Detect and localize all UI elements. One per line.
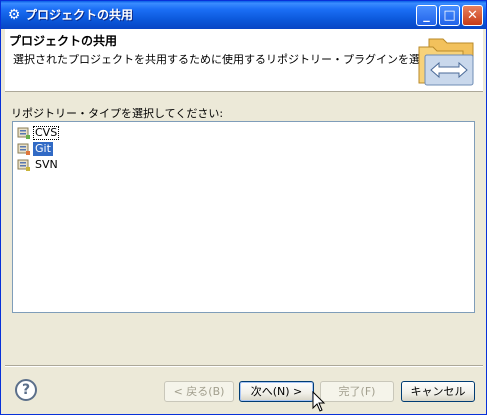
list-item-cvs[interactable]: CVS bbox=[17, 125, 60, 141]
finish-button[interactable]: 完了(F) bbox=[320, 381, 394, 402]
next-button[interactable]: 次へ(N) > bbox=[239, 381, 314, 402]
list-item-label: SVN bbox=[35, 158, 58, 171]
mouse-cursor-icon bbox=[312, 391, 326, 412]
help-icon: ? bbox=[21, 382, 31, 398]
maximize-icon: □ bbox=[443, 8, 456, 23]
list-item-label: CVS bbox=[33, 126, 60, 140]
cvs-repository-icon bbox=[17, 127, 30, 139]
maximize-button[interactable]: □ bbox=[439, 5, 460, 26]
repository-type-label: リポジトリー・タイプを選択してください: bbox=[11, 107, 224, 120]
close-button[interactable]: ✕ bbox=[462, 5, 483, 26]
eclipse-gear-icon: ⚙ bbox=[7, 7, 21, 23]
back-button[interactable]: < 戻る(B) bbox=[164, 381, 234, 402]
minimize-button[interactable]: _ bbox=[416, 5, 437, 26]
share-project-dialog: ⚙ プロジェクトの共用 _ □ ✕ プロジェクトの共用 選択されたプロジェクトを… bbox=[0, 0, 487, 415]
list-item-svn[interactable]: SVN bbox=[17, 157, 60, 173]
git-repository-icon bbox=[17, 143, 30, 155]
title-bar[interactable]: ⚙ プロジェクトの共用 _ □ ✕ bbox=[1, 1, 486, 29]
minimize-icon: _ bbox=[423, 8, 430, 23]
share-folders-icon bbox=[418, 38, 474, 86]
list-item-git[interactable]: Git bbox=[17, 141, 53, 157]
list-item-label: Git bbox=[33, 142, 53, 156]
svn-repository-icon bbox=[17, 159, 30, 171]
close-icon: ✕ bbox=[467, 8, 478, 23]
repository-type-list[interactable]: CVS Git SVN bbox=[12, 121, 475, 313]
help-button[interactable]: ? bbox=[15, 379, 37, 401]
footer-separator bbox=[5, 365, 483, 367]
banner-title: プロジェクトの共用 bbox=[9, 34, 118, 48]
cancel-button[interactable]: キャンセル bbox=[401, 381, 475, 402]
banner-description: 選択されたプロジェクトを共用するために使用するリポジトリー・プラグインを選択しま… bbox=[13, 53, 474, 66]
wizard-banner: プロジェクトの共用 選択されたプロジェクトを共用するために使用するリポジトリー・… bbox=[5, 29, 483, 92]
window-title: プロジェクトの共用 bbox=[25, 8, 134, 22]
